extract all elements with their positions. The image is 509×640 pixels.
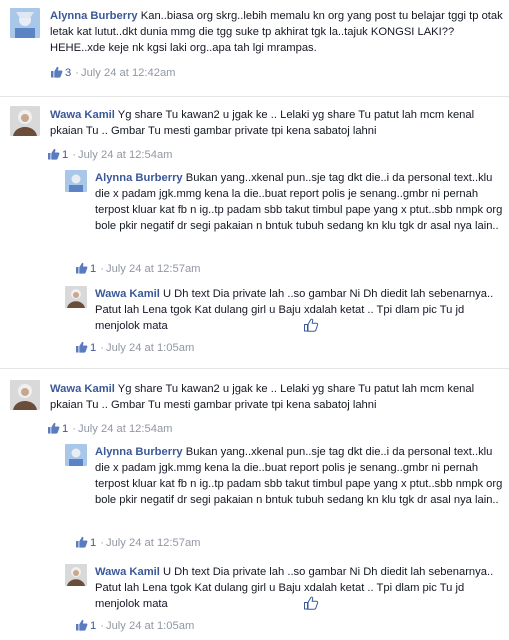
meta-separator: · bbox=[100, 342, 104, 354]
reply-author[interactable]: Wawa Kamil bbox=[95, 566, 160, 578]
like-thumb-icon[interactable] bbox=[75, 619, 88, 632]
comment-2: Wawa Kamil Yg share Tu kawan2 u jgak ke … bbox=[10, 106, 505, 356]
meta-separator: · bbox=[72, 149, 76, 161]
like-thumb-icon[interactable] bbox=[75, 536, 88, 549]
reply-1: Alynna Burberry Bukan yang..xkenal pun..… bbox=[65, 170, 505, 280]
meta-separator: · bbox=[100, 263, 104, 275]
meta-separator: · bbox=[100, 537, 104, 549]
reply-timestamp[interactable]: July 24 at 1:05am bbox=[106, 620, 194, 632]
avatar-wawa[interactable] bbox=[10, 106, 40, 136]
comment-timestamp[interactable]: July 24 at 12:54am bbox=[78, 149, 173, 161]
divider bbox=[0, 96, 509, 97]
reply-author[interactable]: Alynna Burberry bbox=[95, 446, 183, 458]
reply-timestamp[interactable]: July 24 at 12:57am bbox=[106, 263, 201, 275]
like-count[interactable]: 1 bbox=[90, 263, 96, 275]
meta-separator: · bbox=[72, 423, 76, 435]
like-thumb-icon[interactable] bbox=[47, 422, 60, 435]
reply-author[interactable]: Wawa Kamil bbox=[95, 288, 160, 300]
like-count[interactable]: 1 bbox=[90, 537, 96, 549]
avatar-wawa[interactable] bbox=[65, 564, 87, 586]
reply-2: Wawa Kamil U Dh text Dia private lah ..s… bbox=[65, 564, 505, 634]
comment-author[interactable]: Alynna Burberry bbox=[50, 10, 138, 22]
like-count[interactable]: 1 bbox=[62, 149, 68, 161]
comment-3: Wawa Kamil Yg share Tu kawan2 u jgak ke … bbox=[10, 380, 505, 638]
avatar-wawa[interactable] bbox=[65, 286, 87, 308]
reply-timestamp[interactable]: July 24 at 12:57am bbox=[106, 537, 201, 549]
reply-timestamp[interactable]: July 24 at 1:05am bbox=[106, 342, 194, 354]
like-count[interactable]: 3 bbox=[65, 67, 71, 79]
thumbs-up-outline-icon[interactable] bbox=[300, 596, 319, 610]
meta-separator: · bbox=[75, 67, 79, 79]
like-thumb-icon[interactable] bbox=[75, 341, 88, 354]
thumbs-up-outline-icon[interactable] bbox=[300, 318, 319, 332]
like-count[interactable]: 1 bbox=[62, 423, 68, 435]
divider bbox=[0, 368, 509, 369]
comment-author[interactable]: Wawa Kamil bbox=[50, 383, 115, 395]
avatar-alynna[interactable] bbox=[65, 170, 87, 192]
comment-author[interactable]: Wawa Kamil bbox=[50, 109, 115, 121]
reply-author[interactable]: Alynna Burberry bbox=[95, 172, 183, 184]
comment-timestamp[interactable]: July 24 at 12:54am bbox=[78, 423, 173, 435]
like-thumb-icon[interactable] bbox=[75, 262, 88, 275]
avatar-wawa[interactable] bbox=[10, 380, 40, 410]
like-count[interactable]: 1 bbox=[90, 342, 96, 354]
reply-1: Alynna Burberry Bukan yang..xkenal pun..… bbox=[65, 444, 505, 554]
meta-separator: · bbox=[100, 620, 104, 632]
avatar-alynna[interactable] bbox=[65, 444, 87, 466]
comment-timestamp[interactable]: July 24 at 12:42am bbox=[81, 67, 176, 79]
like-thumb-icon[interactable] bbox=[50, 66, 63, 79]
like-thumb-icon[interactable] bbox=[47, 148, 60, 161]
comment-1: Alynna Burberry Kan..biasa org skrg..leb… bbox=[10, 8, 505, 88]
reply-2: Wawa Kamil U Dh text Dia private lah ..s… bbox=[65, 286, 505, 356]
avatar-alynna[interactable] bbox=[10, 8, 40, 38]
like-count[interactable]: 1 bbox=[90, 620, 96, 632]
